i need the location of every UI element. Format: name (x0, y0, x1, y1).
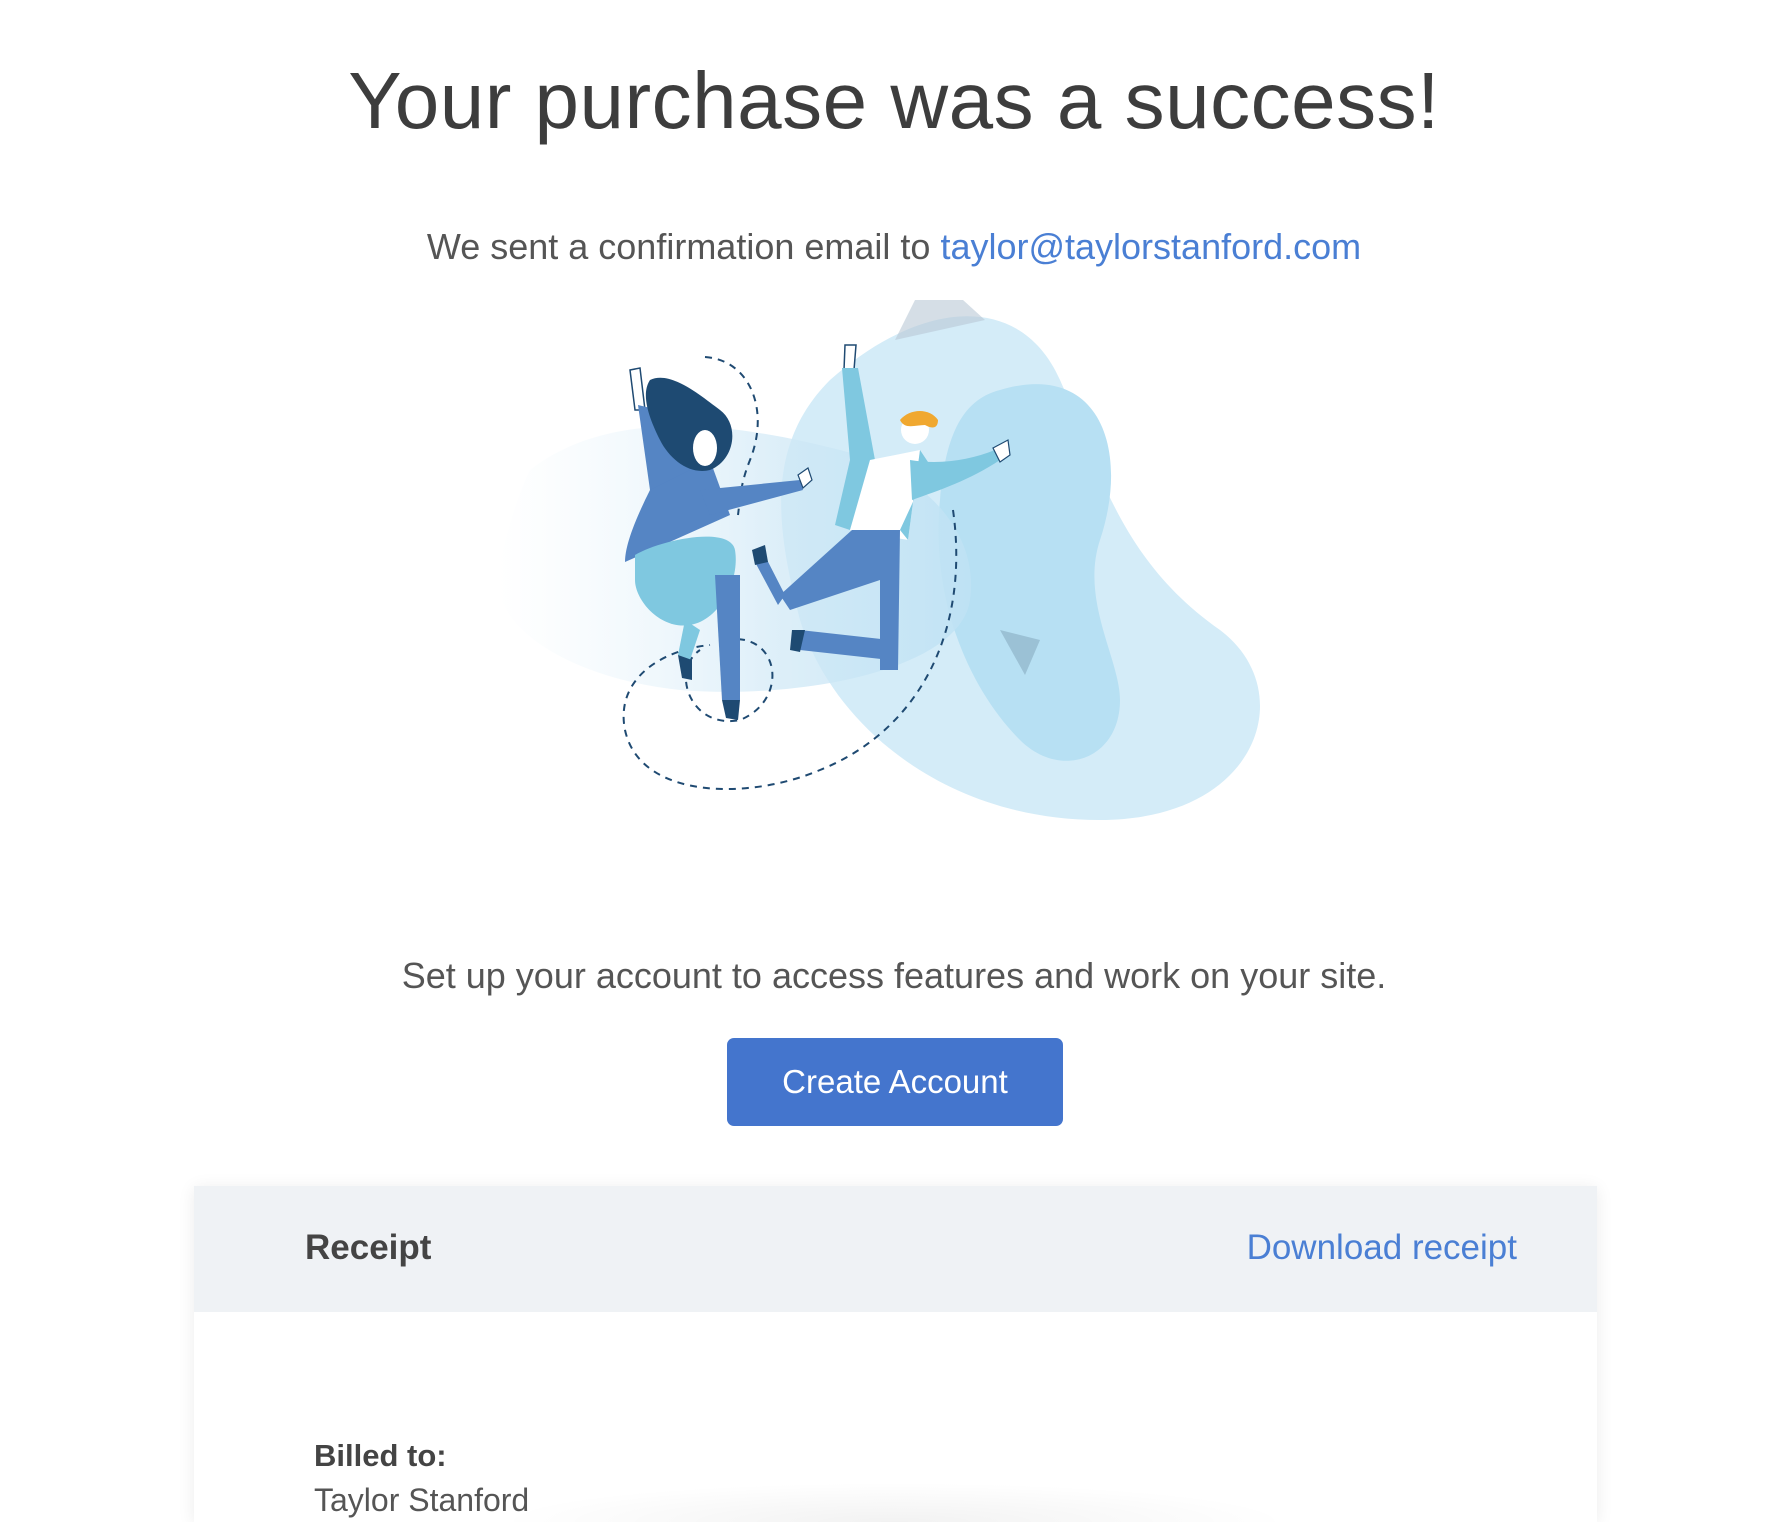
confirmation-message: We sent a confirmation email to taylor@t… (0, 226, 1788, 268)
create-account-button[interactable]: Create Account (727, 1038, 1063, 1126)
receipt-title: Receipt (305, 1228, 432, 1267)
celebration-illustration (500, 300, 1260, 820)
download-receipt-link[interactable]: Download receipt (1247, 1228, 1517, 1268)
confirmation-email-link[interactable]: taylor@taylorstanford.com (940, 226, 1361, 267)
receipt-card: Receipt Download receipt Billed to: Tayl… (194, 1186, 1597, 1522)
receipt-header: Receipt Download receipt (194, 1186, 1597, 1312)
confirmation-text: We sent a confirmation email to (426, 226, 931, 267)
billed-to-label: Billed to: (314, 1438, 447, 1473)
card-bottom-shadow (494, 1482, 1294, 1522)
purchase-success-page: Your purchase was a success! We sent a c… (0, 0, 1788, 1522)
page-title: Your purchase was a success! (348, 56, 1440, 145)
setup-message: Set up your account to access features a… (401, 955, 1387, 996)
